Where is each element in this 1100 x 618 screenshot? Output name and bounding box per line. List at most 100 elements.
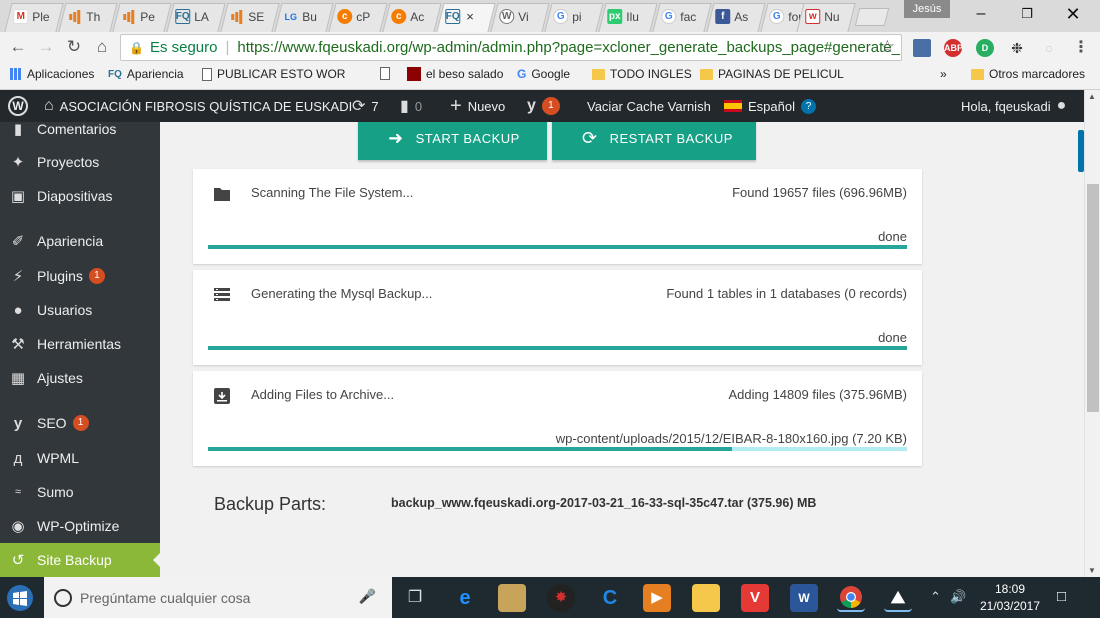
extension-d-icon[interactable]: D [976,39,994,57]
microphone-icon[interactable]: 🎤 [359,588,376,605]
bookmark-google[interactable]: G Google [517,67,570,81]
bookmark-beso-salado[interactable]: el beso salado [407,67,503,81]
scroll-up-icon[interactable]: ▲ [1088,92,1096,101]
bookmark-publicar[interactable]: PUBLICAR ESTO WOR [202,67,345,81]
sidebar-item-plugins[interactable]: ⚡ Plugins 1 [0,259,160,293]
sidebar-item-herramientas[interactable]: ⚒ Herramientas [0,327,160,361]
user-icon: ● [1056,97,1067,114]
tab-fq-1[interactable]: FQ LA [166,3,226,32]
media-player-icon[interactable]: ▶ [643,584,671,612]
sidebar-item-diapositivas[interactable]: ▣ Diapositivas [0,179,160,213]
tab-google-2[interactable]: Gfac [652,3,712,32]
back-icon[interactable]: ← [8,37,28,57]
language-switcher[interactable]: Español ? [724,90,816,122]
task-view-icon[interactable]: ❐ [401,584,429,612]
vivaldi-icon[interactable]: V [741,584,769,612]
restart-backup-button[interactable]: ⟳ RESTART BACKUP [552,122,756,160]
word-icon[interactable]: W [790,584,818,612]
updates-link[interactable]: ⟳ 7 [352,90,379,122]
yoast-menu[interactable]: y 1 [527,90,560,122]
account-menu[interactable]: Hola, fqeuskadi ● [961,90,1066,122]
address-bar[interactable]: 🔒 Es seguro | https://www.fqeuskadi.org/… [120,34,902,61]
scroll-down-icon[interactable]: ▼ [1088,566,1096,575]
sidebar-item-wp-optimize[interactable]: ◉ WP-Optimize [0,509,160,543]
sync-app-icon[interactable]: C [596,584,624,612]
windows-start-icon[interactable] [5,584,35,612]
spider-extension-icon[interactable]: ❉ [1008,39,1026,57]
tab-label: cP [356,9,371,24]
file-explorer-icon[interactable] [692,584,720,612]
bookmark-todo-ingles[interactable]: TODO INGLES [592,67,692,81]
tab-analytics-1[interactable]: Th [58,3,118,32]
start-backup-button[interactable]: ➜ START BACKUP [358,122,547,160]
sidebar-item-usuarios[interactable]: ● Usuarios [0,293,160,327]
site-name-link[interactable]: ⌂ ASOCIACIÓN FIBROSIS QUÍSTICA DE EUSKAD… [44,90,352,122]
tray-chevron-icon[interactable]: ⌃ [930,589,941,605]
tab-analytics-2[interactable]: Pe [112,3,172,32]
menu-dots-icon[interactable]: ⋮ [1072,39,1090,57]
google-icon: G [517,67,527,81]
sidebar-item-sumo[interactable]: ≈ Sumo [0,475,160,509]
tab-wordpress[interactable]: W Vi [490,3,550,32]
restore-icon[interactable]: ❐ [1004,0,1050,30]
bookmark-apps[interactable]: Aplicaciones [10,67,94,81]
tab-w[interactable]: w Nu [796,3,856,32]
chrome-logo [840,586,862,608]
tab-facebook[interactable]: f As [706,3,766,32]
red-app-icon[interactable]: ✸ [547,584,575,612]
minimize-icon[interactable]: – [958,0,1004,30]
scroll-thumb[interactable] [1087,184,1099,412]
tab-analytics-3[interactable]: SE [220,3,280,32]
bookmark-page[interactable] [380,67,390,80]
close-window-icon[interactable]: ✕ [1050,0,1096,30]
bookmark-paginas-peliculas[interactable]: PAGINAS DE PELICUL [700,67,844,81]
sidebar-item-apariencia[interactable]: ✐ Apariencia [0,224,160,258]
sidebar-item-ajustes[interactable]: ▦ Ajustes [0,361,160,395]
bookmark-apariencia[interactable]: FQ Apariencia [108,67,184,81]
tab-google-1[interactable]: Gpi [544,3,604,32]
sidebar-item-label: Usuarios [37,302,93,318]
bookmark-star-icon[interactable]: ☆ [880,37,895,57]
database-icon [214,288,230,301]
edge-icon[interactable]: e [451,584,479,612]
cortana-search[interactable]: Pregúntame cualquier cosa 🎤 [44,577,392,618]
screen-extension-icon[interactable] [913,39,931,57]
photos-app-icon[interactable] [498,584,526,612]
profile-button[interactable]: Jesús [904,0,950,18]
notifications-icon[interactable]: □ [1057,588,1066,605]
new-content-link[interactable]: + Nuevo [450,90,505,122]
sidebar-item-comentarios[interactable]: ▮ Comentarios [0,122,160,146]
wp-logo[interactable]: W [8,90,28,122]
tab-cpanel-2[interactable]: c Ac [382,3,442,32]
sidebar-item-proyectos[interactable]: ✦ Proyectos [0,145,160,179]
clock-date: 21/03/2017 [979,599,1041,613]
new-tab-button[interactable] [854,8,890,26]
tab-gmail[interactable]: M Ple [4,3,64,32]
comments-link[interactable]: ▮ 0 [400,90,422,122]
other-bookmarks[interactable]: Otros marcadores [971,67,1085,81]
reload-icon[interactable]: ↻ [64,37,84,57]
page-scrollbar[interactable]: ▲ ▼ [1084,90,1100,577]
comments-icon: ▮ [13,122,23,138]
tab-lg[interactable]: LG Bu [274,3,334,32]
bookmarks-overflow[interactable]: » [940,67,947,81]
tab-close-icon[interactable]: × [466,9,474,24]
cpanel-icon: c [337,9,353,24]
circle-extension-icon[interactable]: ○ [1040,39,1058,57]
sidebar-item-site-backup[interactable]: ↺ Site Backup [0,543,160,577]
forward-icon[interactable]: → [36,37,56,57]
facebook-icon: f [715,9,731,24]
sidebar-item-seo[interactable]: y SEO 1 [0,406,160,440]
tab-pixlr[interactable]: px Ilu [598,3,658,32]
tray-clock[interactable]: 18:09 21/03/2017 [978,581,1042,615]
tab-fq-active[interactable]: FQ × [436,3,496,32]
tab-cpanel-1[interactable]: c cP [328,3,388,32]
sidebar-item-wpml[interactable]: д WPML [0,441,160,475]
home-icon[interactable]: ⌂ [92,37,112,57]
chrome-icon[interactable] [837,584,865,612]
backup-parts-link[interactable]: backup_www.fqeuskadi.org-2017-03-21_16-3… [391,496,816,510]
volume-icon[interactable]: 🔊 [950,589,966,605]
varnish-cache-button[interactable]: Vaciar Cache Varnish [587,90,711,122]
photos-viewer-icon[interactable]: ⛰ [884,584,912,612]
adblock-icon[interactable]: ABP [944,39,963,57]
